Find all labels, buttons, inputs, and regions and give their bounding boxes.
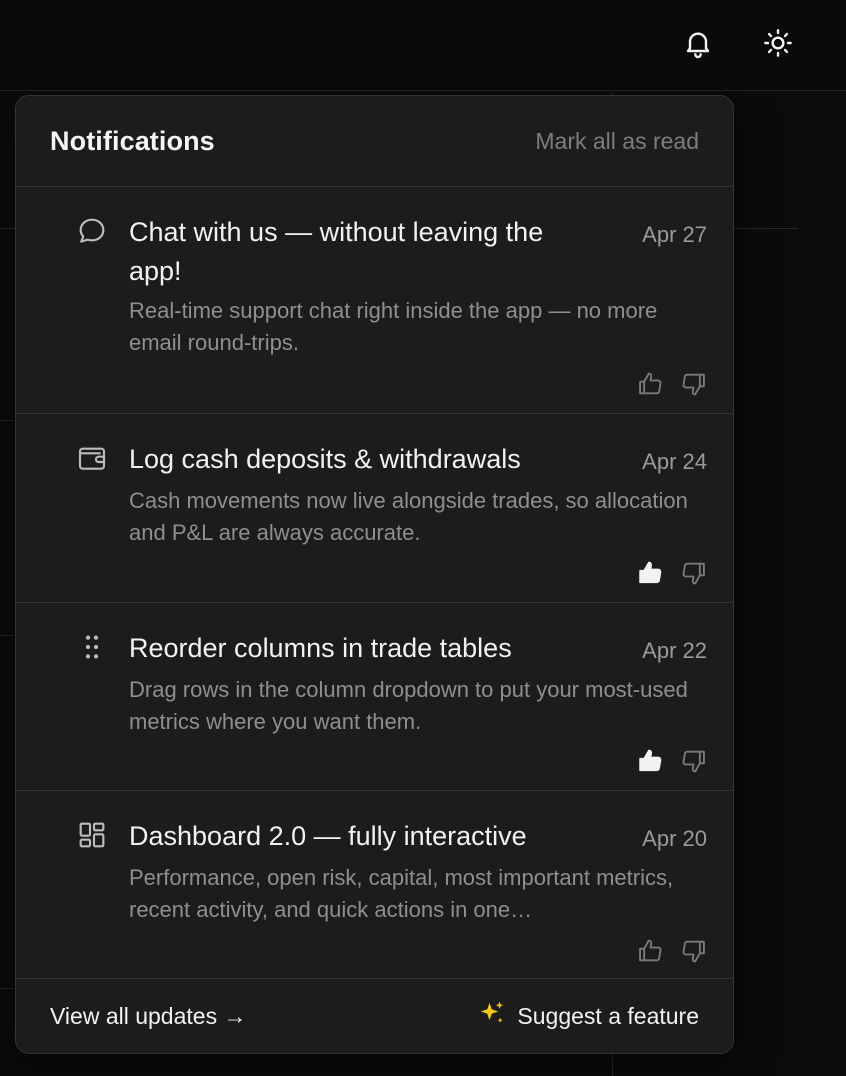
feedback-buttons <box>635 558 709 588</box>
notification-item[interactable]: Log cash deposits & withdrawals Apr 24 C… <box>16 414 733 603</box>
feedback-buttons <box>635 746 709 776</box>
background-divider <box>0 635 14 636</box>
notification-description: Drag rows in the column dropdown to put … <box>129 677 688 734</box>
suggest-feature-button[interactable]: Suggest a feature <box>477 999 699 1033</box>
thumbs-up-icon[interactable] <box>635 936 665 966</box>
notification-item[interactable]: Chat with us — without leaving the app! … <box>16 187 733 414</box>
wallet-icon <box>76 442 108 474</box>
suggest-feature-label: Suggest a feature <box>517 1002 699 1029</box>
notification-description: Performance, open risk, capital, most im… <box>129 865 674 922</box>
sparkles-icon <box>477 999 507 1033</box>
notification-title: Dashboard 2.0 — fully interactive <box>129 821 527 851</box>
sun-icon[interactable] <box>759 24 797 62</box>
thumbs-down-icon[interactable] <box>679 746 709 776</box>
bell-icon[interactable] <box>679 24 717 62</box>
notification-date: Apr 24 <box>642 449 707 474</box>
notification-date: Apr 20 <box>642 826 707 851</box>
notification-date: Apr 27 <box>642 222 707 247</box>
popover-title: Notifications <box>50 125 215 156</box>
top-bar <box>0 0 846 91</box>
notification-description: Cash movements now live alongside trades… <box>129 488 688 545</box>
drag-handle-icon <box>76 631 108 663</box>
feedback-buttons <box>635 936 709 966</box>
dashboard-grid-icon <box>76 819 108 851</box>
thumbs-up-icon[interactable] <box>635 369 665 399</box>
notification-item[interactable]: Dashboard 2.0 — fully interactive Apr 20… <box>16 791 733 980</box>
background-divider <box>0 420 14 421</box>
thumbs-down-icon[interactable] <box>679 558 709 588</box>
view-all-updates-link[interactable]: View all updates → <box>50 1003 246 1030</box>
notification-title: Log cash deposits & withdrawals <box>129 444 521 474</box>
background-divider <box>0 988 14 989</box>
notification-item[interactable]: Reorder columns in trade tables Apr 22 D… <box>16 603 733 791</box>
thumbs-down-icon[interactable] <box>679 936 709 966</box>
notification-date: Apr 22 <box>642 638 707 663</box>
mark-all-read-button[interactable]: Mark all as read <box>535 128 699 155</box>
notification-description: Real-time support chat right inside the … <box>129 298 658 355</box>
notification-title: Reorder columns in trade tables <box>129 633 512 663</box>
notification-title: Chat with us — without leaving the app! <box>129 217 544 286</box>
thumbs-up-filled-icon[interactable] <box>635 558 665 588</box>
feedback-buttons <box>635 369 709 399</box>
notifications-popover: Notifications Mark all as read Chat with… <box>15 95 734 1054</box>
thumbs-up-filled-icon[interactable] <box>635 746 665 776</box>
popover-footer: View all updates → Suggest a feature <box>16 978 733 1053</box>
thumbs-down-icon[interactable] <box>679 369 709 399</box>
popover-header: Notifications Mark all as read <box>16 96 733 187</box>
chat-bubble-icon <box>76 215 108 247</box>
